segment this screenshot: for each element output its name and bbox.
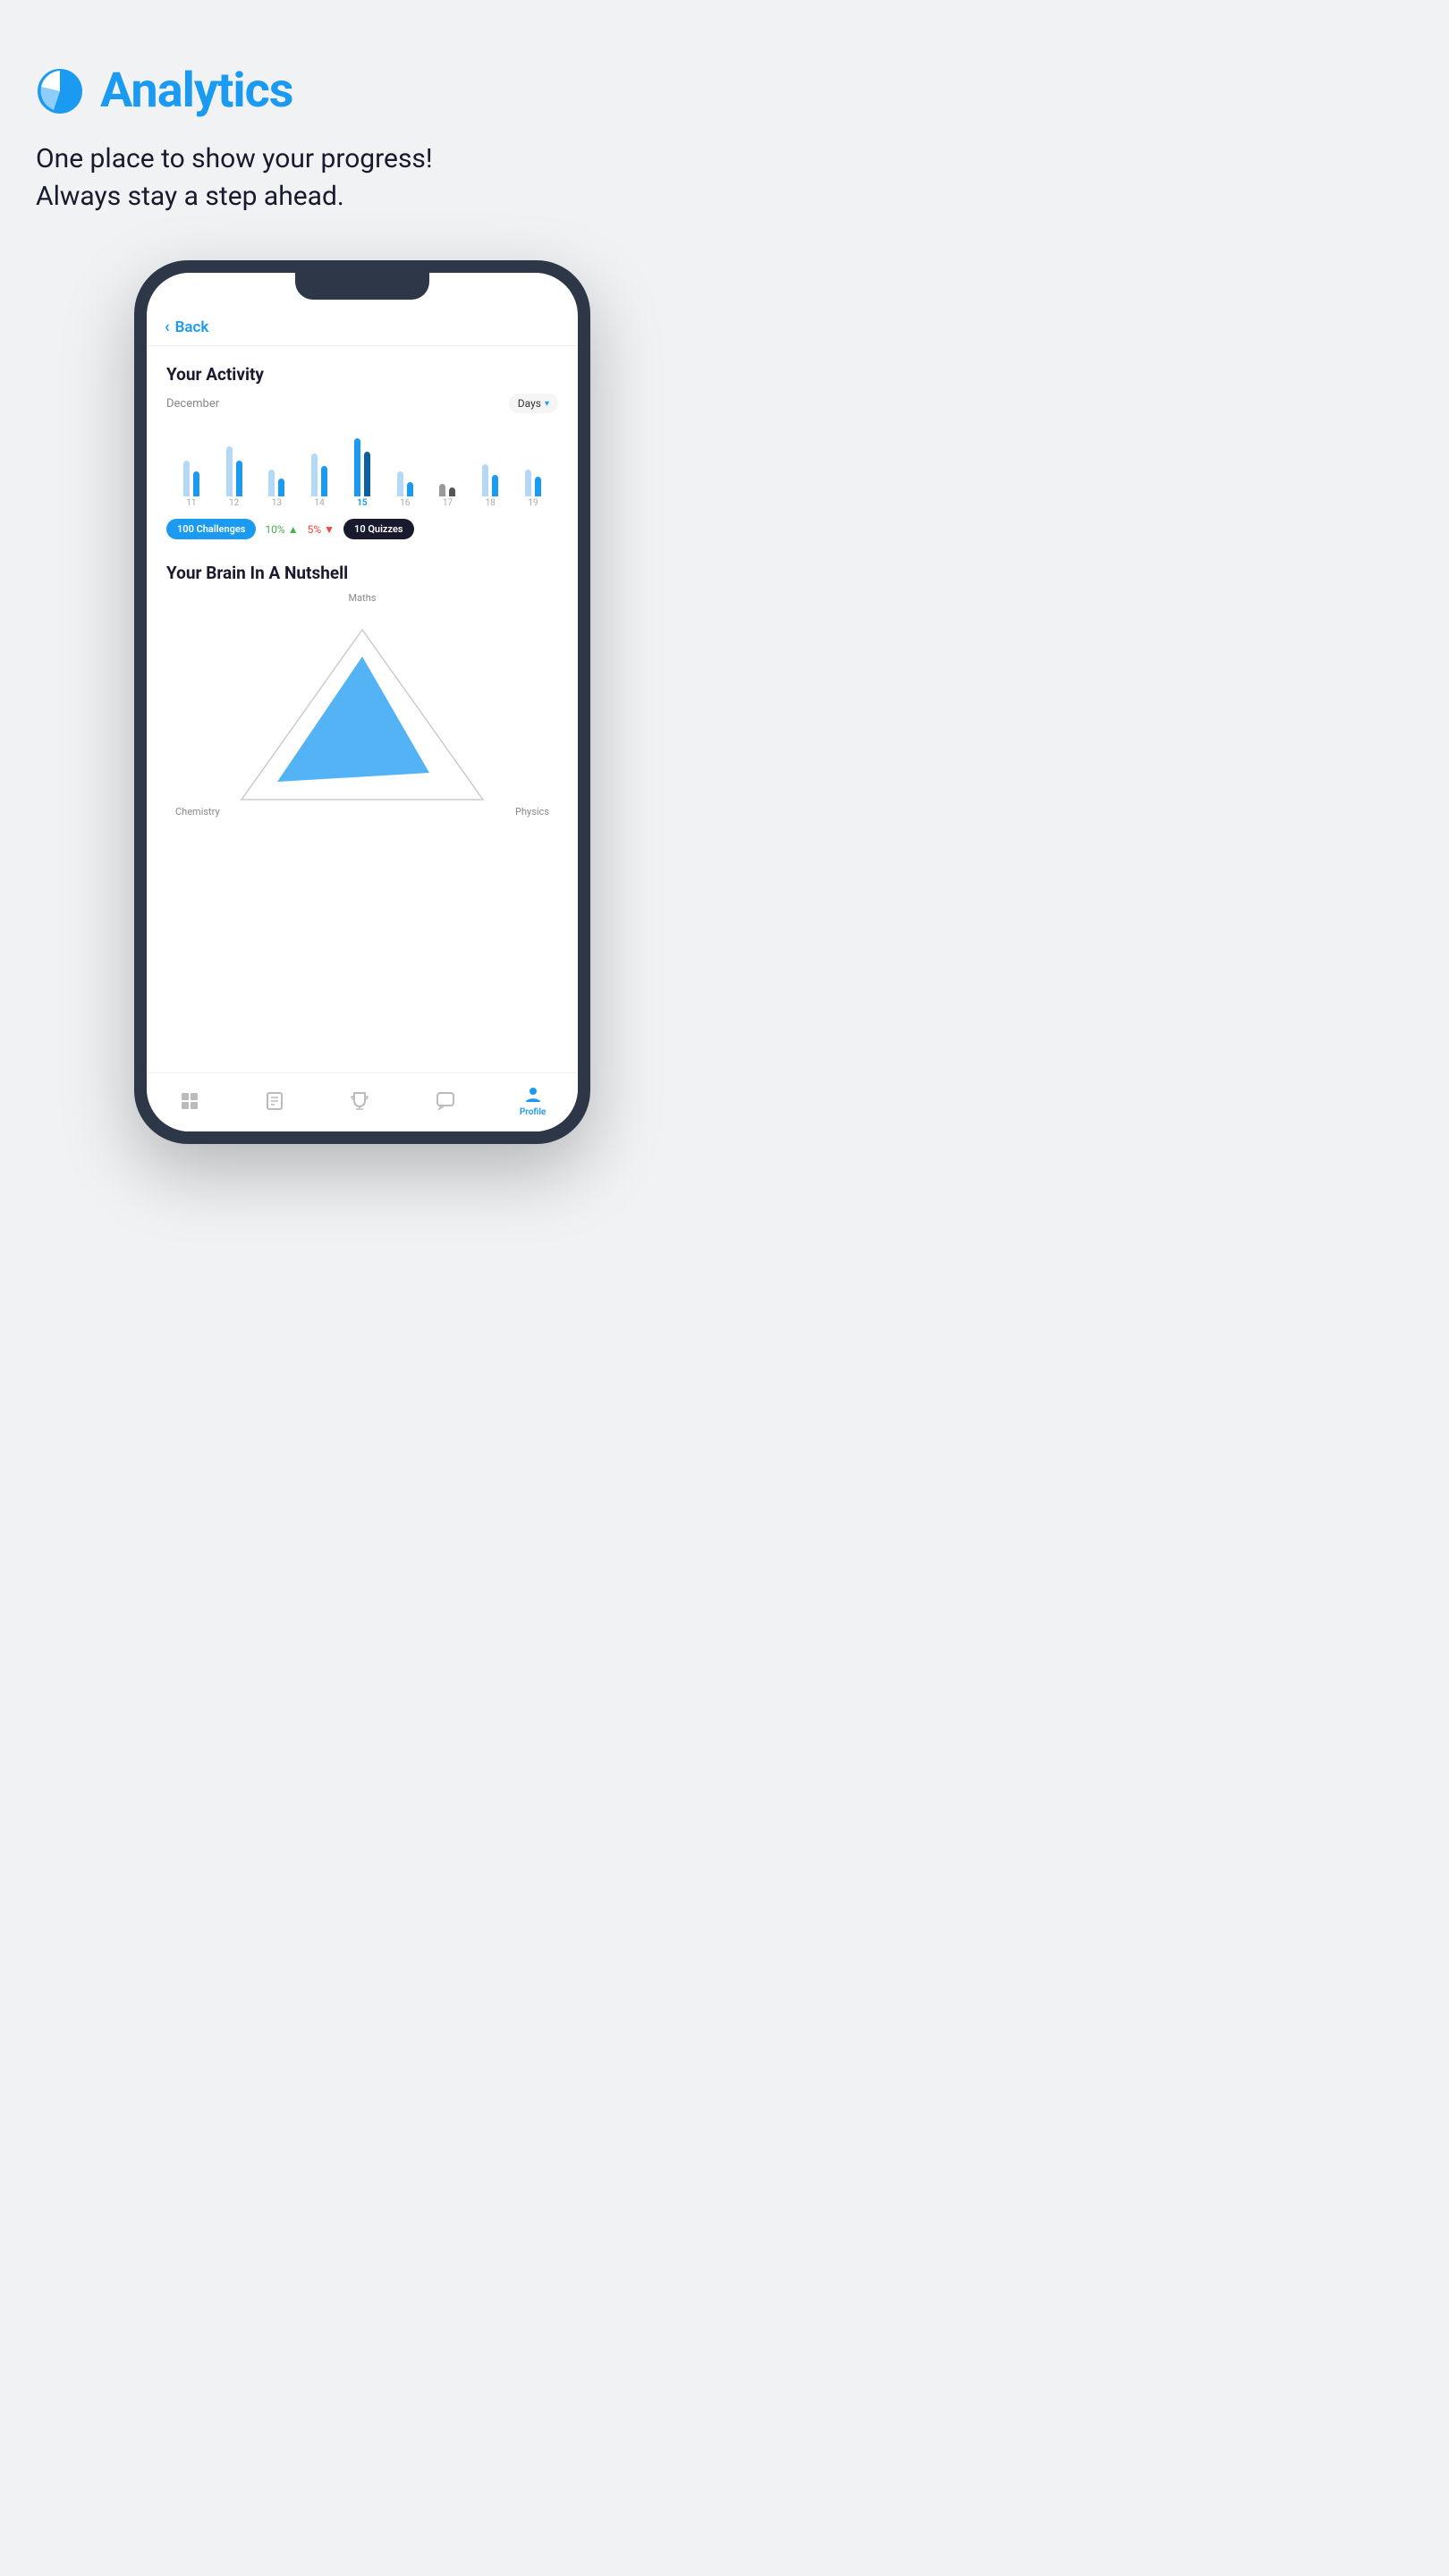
bar-19-light	[525, 470, 531, 496]
bar-group-18: 18	[482, 425, 498, 508]
back-label: Back	[175, 318, 209, 336]
bar-19-dark	[535, 477, 541, 496]
bottom-nav: Profile	[147, 1072, 578, 1131]
physics-label: Physics	[515, 806, 549, 818]
bar-11-dark	[193, 471, 199, 496]
bar-16-dark	[407, 482, 413, 496]
arrow-down-icon: ▼	[324, 523, 335, 536]
bar-label-11: 11	[186, 498, 196, 508]
bar-group-16: 16	[397, 425, 413, 508]
bar-group-13: 13	[268, 425, 284, 508]
bar-12-light	[226, 446, 233, 496]
nav-item-learn[interactable]	[264, 1090, 285, 1112]
maths-label: Maths	[349, 592, 377, 604]
home-icon	[179, 1090, 200, 1112]
challenges-badge: 100 Challenges	[166, 519, 256, 539]
bar-group-15: 15	[354, 425, 370, 508]
bar-18-dark	[492, 475, 498, 496]
bar-label-19: 19	[528, 498, 538, 508]
bar-group-17: 17	[439, 425, 455, 508]
profile-icon	[522, 1084, 544, 1106]
bar-18-light	[482, 464, 488, 496]
bar-13-light	[268, 470, 275, 496]
bar-group-12: 12	[226, 425, 242, 508]
nav-item-chat[interactable]	[435, 1090, 456, 1112]
bar-11-light	[183, 461, 190, 496]
bar-12-dark	[236, 461, 242, 496]
brain-chart-svg	[224, 612, 501, 818]
bar-label-15: 15	[357, 498, 367, 508]
brain-section: Your Brain In A Nutshell Maths Chemistry	[147, 554, 578, 825]
bar-label-14: 14	[315, 498, 325, 508]
bar-14-light	[311, 453, 318, 496]
activity-section: Your Activity December Days ▾	[147, 346, 578, 508]
bar-group-14: 14	[311, 425, 327, 508]
brain-title: Your Brain In A Nutshell	[166, 563, 558, 583]
page-title: Analytics	[100, 63, 293, 119]
bar-13-dark	[278, 479, 284, 496]
pct-down: 5% ▼	[308, 523, 335, 536]
phone-screen: ‹ Back Your Activity December Days ▾	[147, 273, 578, 1131]
analytics-icon	[36, 67, 84, 115]
bar-16-light	[397, 471, 403, 496]
learn-icon	[264, 1090, 285, 1112]
nav-item-profile[interactable]: Profile	[520, 1084, 547, 1117]
arrow-up-icon: ▲	[288, 523, 299, 536]
stats-row: 100 Challenges 10% ▲ 5% ▼ 10 Quizzes	[166, 519, 558, 539]
nav-item-home[interactable]	[179, 1090, 200, 1112]
back-chevron-icon: ‹	[165, 318, 170, 336]
activity-bar-chart: 11 12	[166, 428, 558, 508]
page: Analytics One place to show your progres…	[0, 0, 724, 1198]
activity-header: December Days ▾	[166, 394, 558, 413]
bar-group-19: 19	[525, 425, 541, 508]
bar-label-13: 13	[272, 498, 282, 508]
header-row: Analytics	[36, 63, 293, 119]
phone-outer: ‹ Back Your Activity December Days ▾	[134, 260, 590, 1144]
bar-15-light	[354, 438, 360, 496]
bar-17-light	[439, 484, 445, 496]
bar-group-11: 11	[183, 425, 199, 508]
bar-label-17: 17	[443, 498, 453, 508]
bar-label-16: 16	[400, 498, 410, 508]
bar-17-dark	[449, 487, 455, 496]
bar-14-dark	[321, 466, 327, 496]
profile-nav-label: Profile	[520, 1107, 547, 1117]
phone-mockup: ‹ Back Your Activity December Days ▾	[36, 260, 689, 1144]
phone-notch	[295, 273, 429, 300]
trophy-icon	[349, 1090, 370, 1112]
filter-label: Days	[518, 397, 541, 410]
bar-15-dark	[364, 452, 370, 496]
triangle-chart: Maths Chemistry Physics	[166, 592, 558, 825]
subtitle: One place to show your progress! Always …	[36, 140, 433, 216]
quizzes-badge: 10 Quizzes	[343, 519, 414, 539]
chemistry-label: Chemistry	[175, 806, 220, 818]
chat-icon	[435, 1090, 456, 1112]
pct-up: 10% ▲	[265, 523, 298, 536]
bar-label-18: 18	[486, 498, 496, 508]
dropdown-arrow-icon: ▾	[545, 399, 549, 409]
month-label: December	[166, 397, 219, 411]
activity-title: Your Activity	[166, 364, 558, 385]
days-dropdown[interactable]: Days ▾	[509, 394, 558, 413]
screen-content: Your Activity December Days ▾	[147, 346, 578, 1072]
bar-label-12: 12	[229, 498, 239, 508]
back-button[interactable]: ‹ Back	[147, 309, 578, 346]
nav-item-trophy[interactable]	[349, 1090, 370, 1112]
